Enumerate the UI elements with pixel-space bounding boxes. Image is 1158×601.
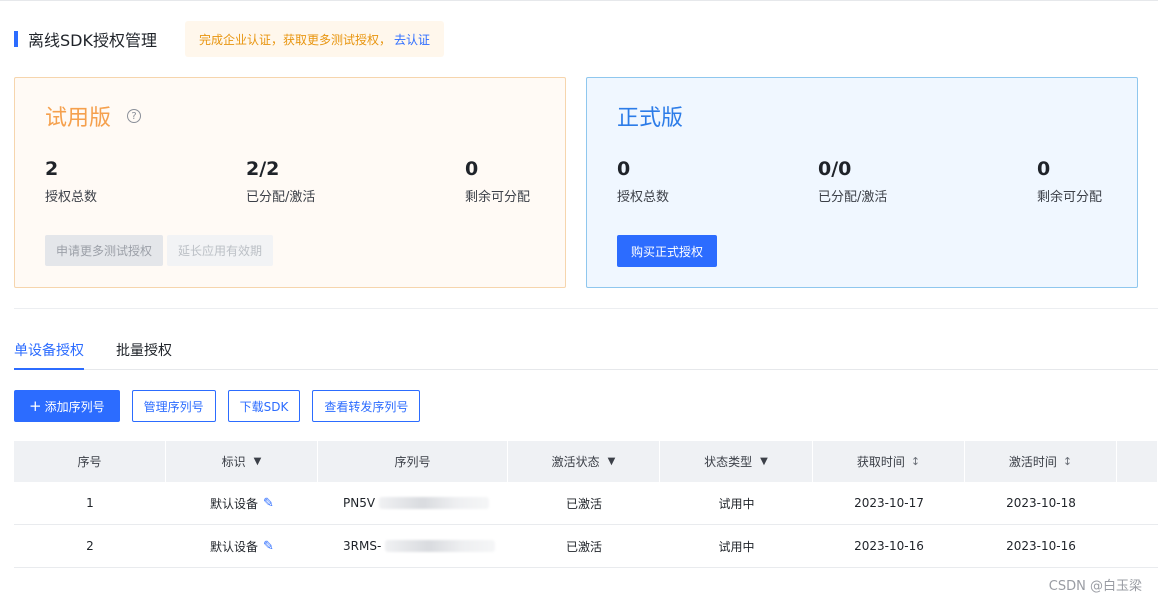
cell-activated: 2023-10-16 [1006,539,1076,553]
cell-serial: PN5V [318,482,508,524]
apply-more-trial-button[interactable]: 申请更多测试授权 [45,235,164,266]
download-sdk-button[interactable]: 下载SDK [227,390,301,422]
cell-tag: 默认设备 ✎ [210,495,274,511]
trial-card: 试用版 ? 2 授权总数 2/2 已分配/激活 0 剩余可分配 申请更多测试授权… [14,77,566,288]
trial-stat-total: 2 授权总数 [45,158,97,205]
sort-icon[interactable]: ↕ [911,455,920,468]
stat-label: 已分配/激活 [818,190,888,205]
cell-index: 2 [86,539,94,553]
chevron-down-icon[interactable]: ▼ [608,456,616,467]
section-divider [14,308,1158,309]
trial-stat-remaining: 0 剩余可分配 [465,158,530,205]
tab-batch[interactable]: 批量授权 [116,340,172,360]
stat-value: 2 [45,158,59,180]
view-forwarded-serial-button[interactable]: 查看转发序列号 [312,390,421,422]
formal-card: 正式版 0 授权总数 0/0 已分配/激活 0 剩余可分配 购买正式授权 [586,77,1138,288]
title-accent-bar [14,31,18,47]
column-header-serial: 序列号 [318,441,508,482]
action-toolbar: + 添加序列号 管理序列号 下载SDK 查看转发序列号 [14,390,432,422]
cell-index: 1 [86,496,94,510]
column-header-status-type[interactable]: 状态类型 ▼ [660,441,813,482]
cell-serial: 3RMS- [318,525,508,567]
extend-validity-button[interactable]: 延长应用有效期 [167,235,274,266]
column-header-activated[interactable]: 激活时间 ↕ [965,441,1117,482]
serial-table: 序号 标识 ▼ 序列号 激活状态 ▼ 状态类型 ▼ 获取时间 ↕ 激活时间 ↕ 1 默认设… [14,441,1158,568]
certify-link[interactable]: 去认证 [394,31,430,48]
stat-label: 剩余可分配 [1037,190,1103,205]
buy-formal-license-button[interactable]: 购买正式授权 [617,235,718,267]
column-header-tag[interactable]: 标识 ▼ [166,441,318,482]
formal-title-text: 正式版 [617,106,684,131]
plus-icon: + [29,397,42,415]
column-header-obtained[interactable]: 获取时间 ↕ [813,441,965,482]
page-title: 离线SDK授权管理 [28,31,157,50]
stat-value: 0/0 [818,158,852,180]
stat-value: 0 [465,158,479,180]
add-serial-button[interactable]: + 添加序列号 [14,390,120,422]
chevron-down-icon[interactable]: ▼ [254,456,262,467]
stat-value: 0 [617,158,631,180]
cell-obtained: 2023-10-16 [854,539,924,553]
cell-activation: 已激活 [565,496,602,511]
column-header-index: 序号 [14,441,166,482]
add-serial-label: 添加序列号 [44,399,105,414]
watermark: CSDN @白玉梁 [1048,579,1142,594]
chevron-down-icon[interactable]: ▼ [760,456,768,467]
cell-activation: 已激活 [565,539,602,554]
formal-stat-total: 0 授权总数 [617,158,669,205]
formal-stat-remaining: 0 剩余可分配 [1037,158,1102,205]
cell-extra [1117,482,1158,524]
redacted-serial [385,540,496,552]
stat-label: 已分配/激活 [246,190,316,205]
license-tabs: 单设备授权 批量授权 [14,330,1158,370]
redacted-serial [379,497,490,509]
cell-status-type: 试用中 [718,539,755,554]
cell-extra [1117,525,1158,567]
sort-icon[interactable]: ↕ [1063,455,1072,468]
manage-serial-button[interactable]: 管理序列号 [131,390,216,422]
stat-value: 0 [1037,158,1051,180]
certification-notice: 完成企业认证，获取更多测试授权， 去认证 [184,21,445,57]
column-header-extra [1117,441,1158,482]
edit-icon[interactable]: ✎ [263,496,274,511]
stat-label: 剩余可分配 [465,190,531,205]
stat-label: 授权总数 [617,190,670,205]
formal-card-title: 正式版 [617,100,683,132]
tab-single-device[interactable]: 单设备授权 [14,340,84,370]
question-circle-icon[interactable]: ? [127,109,142,123]
cell-activated: 2023-10-18 [1006,496,1076,510]
top-divider [0,0,1158,1]
trial-stat-allocated: 2/2 已分配/激活 [246,158,315,205]
stat-label: 授权总数 [45,190,98,205]
table-header: 序号 标识 ▼ 序列号 激活状态 ▼ 状态类型 ▼ 获取时间 ↕ 激活时间 ↕ [14,441,1158,482]
notice-text: 完成企业认证，获取更多测试授权， [198,32,391,47]
formal-stat-allocated: 0/0 已分配/激活 [818,158,887,205]
page-header: 离线SDK授权管理 完成企业认证，获取更多测试授权， 去认证 [14,21,445,57]
cell-tag: 默认设备 ✎ [210,538,274,554]
cell-status-type: 试用中 [718,496,755,511]
edit-icon[interactable]: ✎ [263,539,274,554]
table-row: 2 默认设备 ✎ 3RMS- 已激活 试用中 2023-10-16 2023-1… [14,525,1158,568]
trial-title-text: 试用版 [45,106,112,131]
column-header-activation[interactable]: 激活状态 ▼ [508,441,660,482]
stat-value: 2/2 [246,158,280,180]
cell-obtained: 2023-10-17 [854,496,924,510]
table-row: 1 默认设备 ✎ PN5V 已激活 试用中 2023-10-17 2023-10… [14,482,1158,525]
trial-card-title: 试用版 ? [45,100,142,132]
